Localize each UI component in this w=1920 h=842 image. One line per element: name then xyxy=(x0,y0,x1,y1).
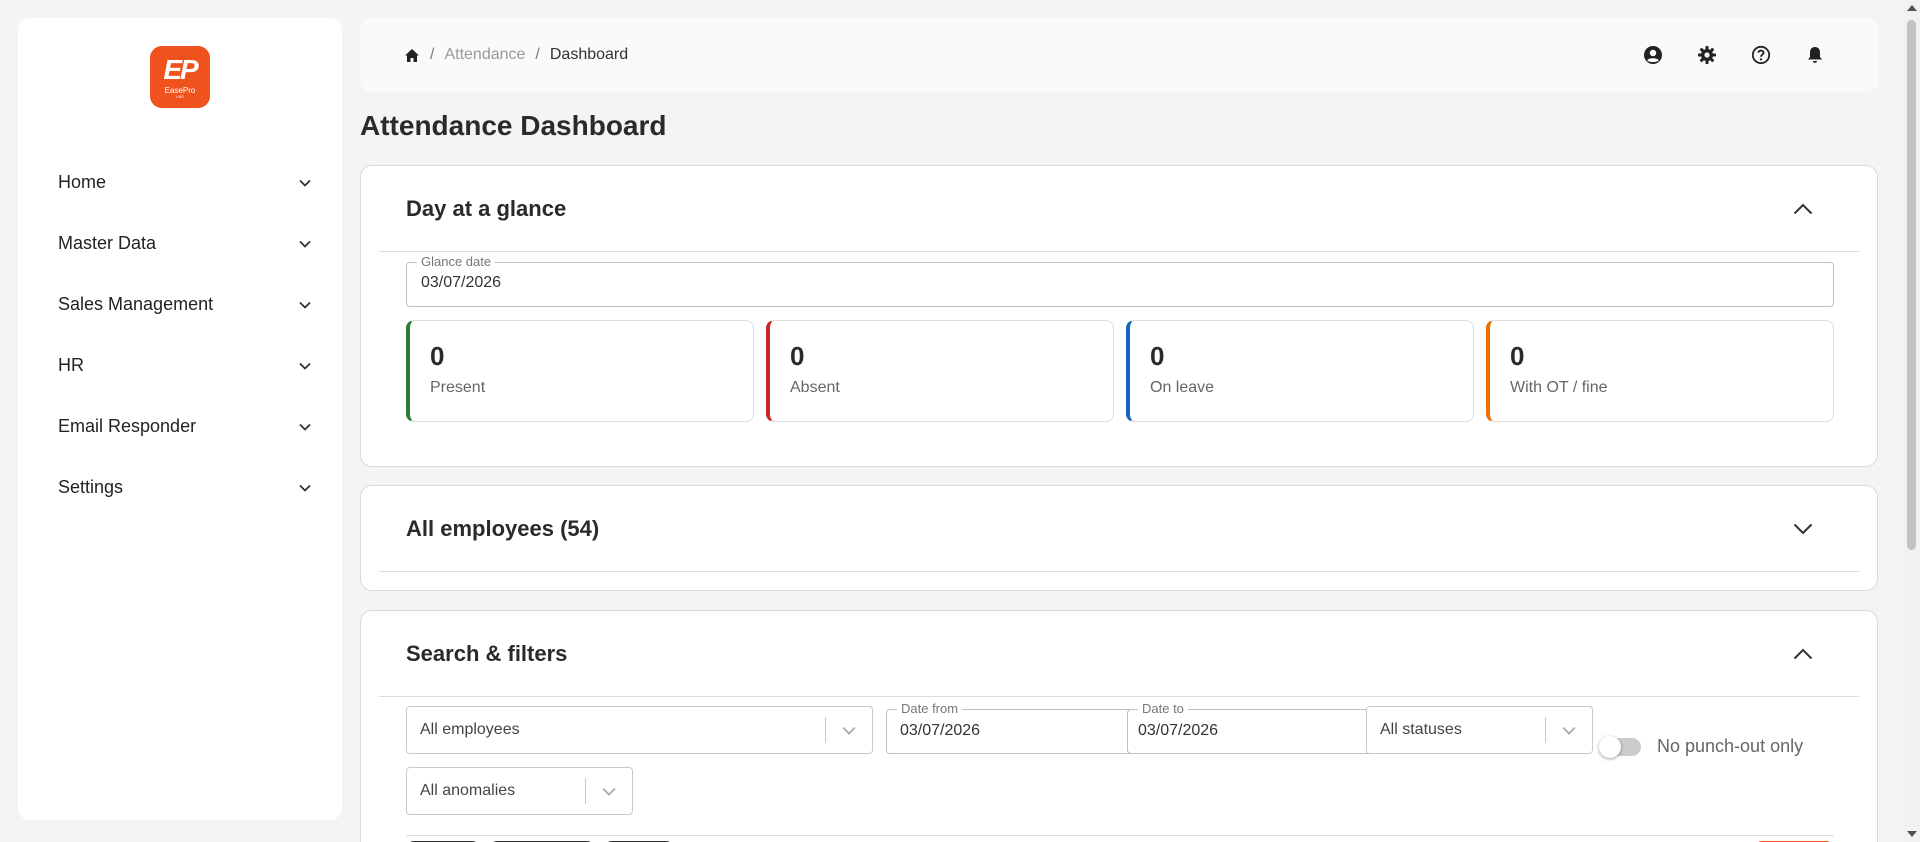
breadcrumb: / Attendance / Dashboard xyxy=(404,18,628,92)
chevron-down-icon xyxy=(298,359,312,373)
select-value: All statuses xyxy=(1380,721,1462,738)
page-scrollbar[interactable] xyxy=(1903,0,1920,842)
sidebar-nav: Home Master Data Sales Management HR Ema… xyxy=(18,152,342,518)
stat-label: Present xyxy=(430,379,486,396)
chevron-down-icon xyxy=(586,787,632,796)
field-value: 03/07/2026 xyxy=(900,722,981,739)
stat-card-on-leave: 0 On leave xyxy=(1126,320,1474,422)
card-header[interactable]: All employees (54) xyxy=(379,486,1859,572)
breadcrumb-separator: / xyxy=(430,46,435,63)
search-filters-card: Search & filters All employees Date from… xyxy=(360,610,1878,842)
user-circle-icon[interactable] xyxy=(1642,44,1664,66)
stat-value: 0 xyxy=(1150,341,1165,371)
breadcrumb-attendance[interactable]: Attendance xyxy=(444,46,525,64)
sidebar-item-home[interactable]: Home xyxy=(18,152,342,213)
filter-actions-row xyxy=(406,835,1834,842)
date-from-field[interactable]: Date from 03/07/2026 xyxy=(886,701,1134,754)
employee-select[interactable]: All employees xyxy=(406,706,873,754)
stat-value: 0 xyxy=(1510,341,1525,371)
card-title: All employees (54) xyxy=(406,515,600,541)
scroll-thumb[interactable] xyxy=(1907,20,1916,550)
no-punch-out-toggle-group: No punch-out only xyxy=(1599,735,1804,758)
sidebar-item-label: Sales Management xyxy=(58,294,214,314)
sidebar-item-label: Master Data xyxy=(58,233,157,253)
home-icon[interactable] xyxy=(404,48,420,63)
field-value: 03/07/2026 xyxy=(421,274,502,291)
topbar-actions xyxy=(1642,18,1826,92)
all-employees-card: All employees (54) xyxy=(360,485,1878,591)
logo-sub: LBS xyxy=(176,93,184,99)
chevron-down-icon[interactable] xyxy=(1791,517,1815,541)
card-title: Search & filters xyxy=(406,640,568,666)
sidebar-item-sales-management[interactable]: Sales Management xyxy=(18,274,342,335)
sidebar-item-label: Home xyxy=(58,172,107,192)
sidebar-item-email-responder[interactable]: Email Responder xyxy=(18,396,342,457)
glance-stats: 0 Present 0 Absent 0 On leave 0 With OT … xyxy=(406,320,1834,422)
sidebar-item-label: HR xyxy=(58,355,84,375)
app-logo[interactable]: EP EasePro LBS xyxy=(150,46,210,108)
breadcrumb-separator: / xyxy=(535,46,540,63)
stat-label: On leave xyxy=(1150,379,1215,396)
chevron-down-icon xyxy=(298,481,312,495)
card-header[interactable]: Search & filters xyxy=(379,611,1859,697)
stat-label: Absent xyxy=(790,379,840,396)
sidebar-item-label: Email Responder xyxy=(58,416,197,436)
page-title: Attendance Dashboard xyxy=(360,110,667,141)
no-punch-out-toggle[interactable] xyxy=(1599,735,1641,758)
chevron-up-icon[interactable] xyxy=(1791,642,1815,666)
field-value: 03/07/2026 xyxy=(1138,722,1219,739)
stat-card-absent: 0 Absent xyxy=(766,320,1114,422)
stat-label: With OT / fine xyxy=(1510,379,1608,396)
chevron-down-icon xyxy=(298,237,312,251)
field-label: Date to xyxy=(1138,701,1188,716)
chevron-up-icon[interactable] xyxy=(1791,197,1815,221)
bell-icon[interactable] xyxy=(1804,44,1826,66)
breadcrumb-current: Dashboard xyxy=(549,46,629,63)
scroll-down-arrow-icon[interactable] xyxy=(1907,831,1917,837)
sidebar-item-settings[interactable]: Settings xyxy=(18,457,342,518)
field-label: Glance date xyxy=(417,254,496,269)
toggle-label: No punch-out only xyxy=(1657,736,1804,756)
gear-icon[interactable] xyxy=(1696,44,1718,66)
toggle-knob xyxy=(1599,735,1621,758)
chevron-down-icon xyxy=(826,726,872,735)
card-title: Day at a glance xyxy=(406,195,567,221)
stat-value: 0 xyxy=(790,341,805,371)
sidebar: EP EasePro LBS Home Master Data Sales Ma… xyxy=(18,18,342,820)
help-icon[interactable] xyxy=(1750,44,1772,66)
stat-card-with-ot-fine: 0 With OT / fine xyxy=(1486,320,1834,422)
anomaly-select[interactable]: All anomalies xyxy=(406,767,633,815)
top-bar: / Attendance / Dashboard xyxy=(360,18,1878,92)
chevron-down-icon xyxy=(298,298,312,312)
sidebar-item-master-data[interactable]: Master Data xyxy=(18,213,342,274)
scroll-up-arrow-icon[interactable] xyxy=(1907,5,1917,11)
date-to-field[interactable]: Date to 03/07/2026 xyxy=(1127,701,1375,754)
sidebar-item-hr[interactable]: HR xyxy=(18,335,342,396)
stat-card-present: 0 Present xyxy=(406,320,754,422)
chevron-down-icon xyxy=(298,176,312,190)
field-label: Date from xyxy=(897,701,963,716)
card-header[interactable]: Day at a glance xyxy=(379,166,1859,252)
select-value: All anomalies xyxy=(420,782,516,799)
status-select[interactable]: All statuses xyxy=(1366,706,1593,754)
chevron-down-icon xyxy=(1546,726,1592,735)
sidebar-item-label: Settings xyxy=(58,477,124,497)
glance-date-field[interactable]: Glance date 03/07/2026 xyxy=(406,254,1834,307)
stat-value: 0 xyxy=(430,341,445,371)
select-value: All employees xyxy=(420,721,520,738)
day-at-a-glance-card: Day at a glance Glance date 03/07/2026 0… xyxy=(360,165,1878,467)
chevron-down-icon xyxy=(298,420,312,434)
logo-mark: EP xyxy=(163,53,198,85)
